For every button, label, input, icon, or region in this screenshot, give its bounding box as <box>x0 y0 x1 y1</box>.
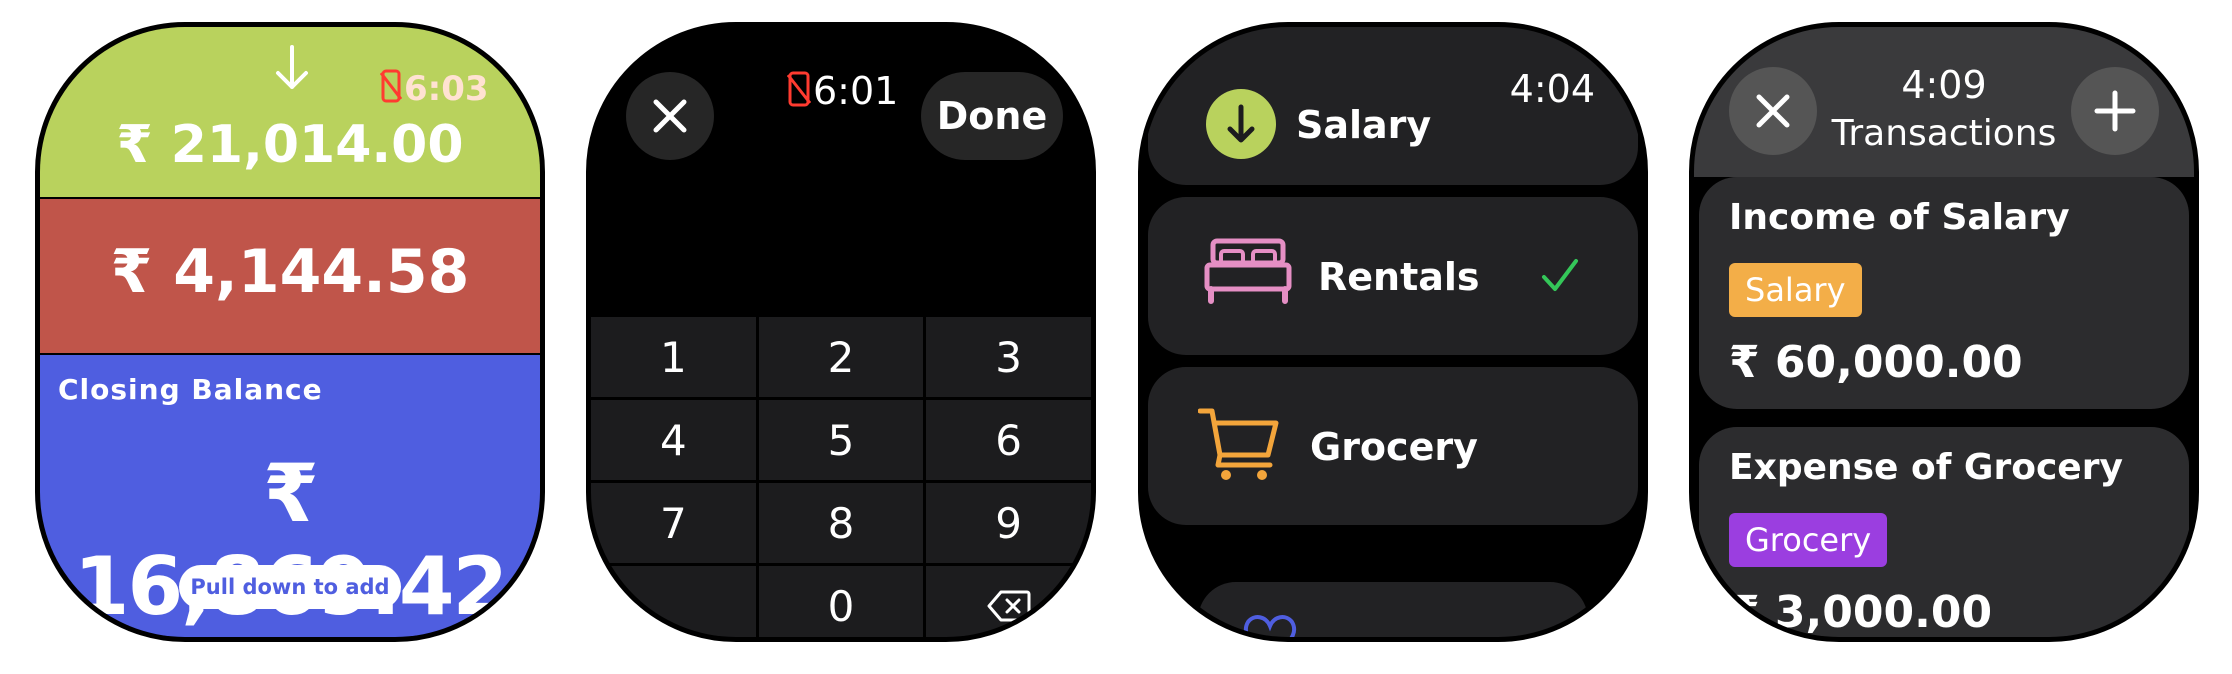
amount-entry-screen: 6:01 Done 1 2 3 4 5 6 7 8 9 . 0 <box>586 22 1096 642</box>
arrow-down-icon <box>276 45 308 89</box>
category-row-partial[interactable] <box>1198 582 1588 637</box>
phone-disconnected-icon <box>787 71 811 107</box>
key-1[interactable]: 1 <box>591 317 756 397</box>
category-label: Salary <box>1296 103 1432 147</box>
time-text: 6:03 <box>404 69 489 109</box>
number-keypad: 1 2 3 4 5 6 7 8 9 . 0 <box>591 317 1091 637</box>
category-row-grocery[interactable]: Grocery <box>1148 367 1638 525</box>
key-7[interactable]: 7 <box>591 483 756 563</box>
key-decimal[interactable]: . <box>591 566 756 637</box>
expense-amount: ₹ 4,144.58 <box>110 237 470 307</box>
status-time: 4:04 <box>1509 67 1595 111</box>
transaction-title: Expense of Grocery <box>1729 447 2123 488</box>
heart-icon <box>1243 615 1297 637</box>
status-time: 6:01 <box>787 69 898 113</box>
transaction-card[interactable]: Income of Salary Salary ₹ 60,000.00 <box>1699 177 2189 409</box>
arrow-down-circle-icon <box>1206 89 1276 159</box>
category-label: Rentals <box>1318 255 1480 299</box>
summary-watch-screen: 6:03 ₹ 21,014.00 ₹ 4,144.58 Closing Bala… <box>35 22 545 642</box>
transaction-card[interactable]: Expense of Grocery Grocery ₹ 3,000.00 <box>1699 427 2189 638</box>
key-9[interactable]: 9 <box>926 483 1091 563</box>
key-0[interactable]: 0 <box>758 566 924 637</box>
page-title: Transactions <box>1831 113 2057 154</box>
pull-to-add-hint: Pull down to add <box>179 565 401 609</box>
key-delete[interactable] <box>926 566 1091 637</box>
done-button[interactable]: Done <box>921 72 1063 160</box>
cart-icon <box>1198 408 1279 480</box>
checkmark-icon <box>1542 259 1578 291</box>
category-row-rentals[interactable]: Rentals <box>1148 197 1638 355</box>
time-text: 6:01 <box>813 69 899 113</box>
category-label: Grocery <box>1310 425 1478 469</box>
key-5[interactable]: 5 <box>758 400 924 480</box>
close-button[interactable] <box>626 72 714 160</box>
close-icon <box>653 99 687 133</box>
income-amount: ₹ 21,014.00 <box>116 115 464 175</box>
key-6[interactable]: 6 <box>926 400 1091 480</box>
backspace-icon <box>987 590 1031 622</box>
key-8[interactable]: 8 <box>758 483 924 563</box>
transaction-title: Income of Salary <box>1729 197 2070 238</box>
key-4[interactable]: 4 <box>591 400 756 480</box>
transaction-amount: ₹ 60,000.00 <box>1729 337 2023 388</box>
category-tag: Grocery <box>1729 513 1888 567</box>
status-time: 6:03 <box>380 69 489 109</box>
key-3[interactable]: 3 <box>926 317 1091 397</box>
transaction-amount: ₹ 3,000.00 <box>1729 587 1993 638</box>
bed-icon <box>1204 238 1292 304</box>
status-time: 4:09 <box>1901 63 1987 107</box>
transactions-screen: 4:09 Transactions Income of Salary Salar… <box>1689 22 2199 642</box>
category-tag: Salary <box>1729 263 1862 317</box>
closing-balance-label: Closing Balance <box>58 373 323 406</box>
key-2[interactable]: 2 <box>758 317 924 397</box>
category-picker-screen: Salary 4:04 Rentals Grocery <box>1138 22 1648 642</box>
phone-disconnected-icon <box>380 69 402 103</box>
